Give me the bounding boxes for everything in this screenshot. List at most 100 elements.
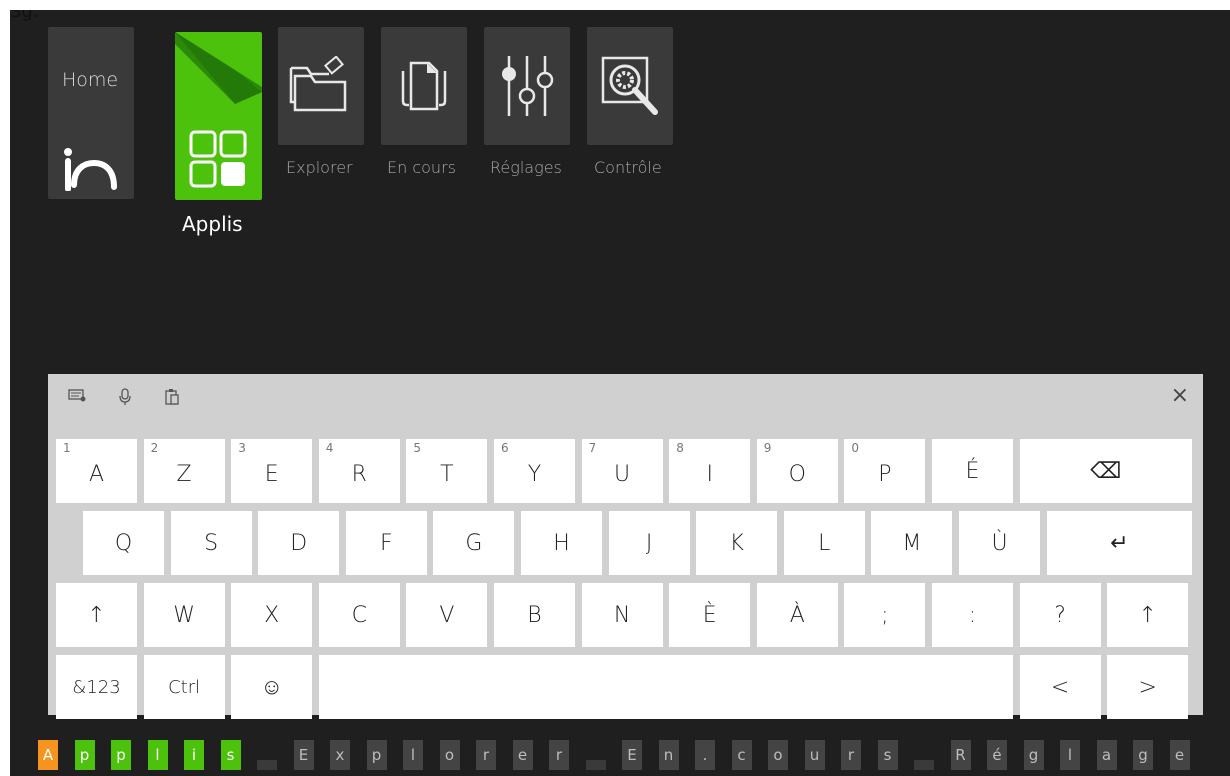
key-ù[interactable]: Ù <box>959 511 1040 575</box>
strip-letter-cell: l <box>403 740 423 770</box>
strip-letter-cell: p <box>74 740 95 770</box>
key-g[interactable]: G <box>433 511 515 575</box>
backspace-key[interactable]: ⌫ <box>1019 439 1192 503</box>
screen: Sg: Home Applis Explorer En cours Réglag… <box>10 10 1230 776</box>
strip-letter-cell: . <box>695 740 715 770</box>
explorer-folder-icon <box>289 56 347 112</box>
key-number-hint: 1 <box>63 441 71 455</box>
key-label: ↵ <box>1110 530 1129 556</box>
shift-left-key[interactable]: ↑ <box>56 583 137 647</box>
key-number-hint: 3 <box>238 441 246 455</box>
shift-right-key[interactable]: ↑ <box>1107 583 1189 647</box>
partial-text-fragment: Sg: <box>10 10 39 22</box>
clipboard-icon[interactable] <box>164 388 180 406</box>
key-h[interactable]: H <box>521 511 602 575</box>
settings-tile[interactable] <box>484 27 570 145</box>
key-s[interactable]: S <box>170 511 252 575</box>
current-tile[interactable] <box>381 27 467 145</box>
arrow-right-key[interactable]: > <box>1107 655 1189 719</box>
key-i[interactable]: 8I <box>669 439 751 503</box>
key-u[interactable]: 7U <box>581 439 663 503</box>
strip-letter-cell: p <box>111 740 131 770</box>
key-label: < <box>1050 674 1070 700</box>
key-d[interactable]: D <box>258 511 340 575</box>
emoji-key[interactable]: ☺ <box>231 655 313 719</box>
current-pages-icon <box>401 61 447 111</box>
key-number-hint: 9 <box>763 441 772 455</box>
space-bar[interactable] <box>318 655 1013 719</box>
key-c[interactable]: C <box>318 583 400 647</box>
strip-letter-cell: o <box>439 740 460 770</box>
keyboard-settings-icon[interactable] <box>68 388 86 402</box>
apps-label: Applis <box>182 212 243 236</box>
strip-letter-cell: i <box>184 740 204 770</box>
key-number-hint: 7 <box>588 441 597 455</box>
key-w[interactable]: W <box>143 583 225 647</box>
control-tile[interactable] <box>587 27 673 145</box>
strip-letter-cell: n <box>658 740 679 770</box>
key-label: ⌫ <box>1090 458 1122 484</box>
apps-grid-icon <box>189 130 247 188</box>
key-:[interactable]: : <box>932 583 1013 647</box>
key-label: X <box>264 602 280 628</box>
key-b[interactable]: B <box>494 583 575 647</box>
key-é[interactable]: É <box>932 439 1013 503</box>
key-p[interactable]: 0P <box>844 439 926 503</box>
strip-letter-cell: g <box>1133 740 1153 770</box>
key-q[interactable]: Q <box>83 511 164 575</box>
strip-letter-cell: a <box>1096 740 1117 770</box>
keyboard-close-button[interactable]: × <box>1171 383 1189 408</box>
apps-tile[interactable] <box>175 32 262 200</box>
key-label: Q <box>114 530 133 556</box>
explorer-tile[interactable] <box>278 27 364 145</box>
home-tile[interactable]: Home <box>48 27 134 199</box>
key-a[interactable]: 1A <box>56 439 137 503</box>
key-label: ↑ <box>1138 602 1157 628</box>
key-f[interactable]: F <box>345 511 427 575</box>
key-?[interactable]: ? <box>1019 583 1101 647</box>
key-e[interactable]: 3E <box>231 439 313 503</box>
key-t[interactable]: 5T <box>406 439 488 503</box>
settings-label: Réglages <box>490 158 562 177</box>
key-label: O <box>788 461 806 487</box>
microphone-icon[interactable] <box>118 388 132 406</box>
enter-key[interactable]: ↵ <box>1046 511 1192 575</box>
symbols-key[interactable]: &123 <box>56 655 137 719</box>
key-z[interactable]: 2Z <box>143 439 225 503</box>
apps-corner-flag-icon <box>175 32 262 104</box>
strip-space-cell <box>585 760 606 770</box>
home-logo-icon <box>64 148 117 191</box>
key-label: E <box>264 461 279 487</box>
key-n[interactable]: N <box>581 583 663 647</box>
strip-letter-cell: r <box>841 740 861 770</box>
strip-letter-cell: c <box>731 740 752 770</box>
strip-letter-cell: r <box>476 740 496 770</box>
key-l[interactable]: L <box>783 511 865 575</box>
key-o[interactable]: 9O <box>756 439 838 503</box>
key-label: A <box>88 461 105 487</box>
strip-letter-cell: p <box>366 740 387 770</box>
key-y[interactable]: 6Y <box>494 439 575 503</box>
key-label: L <box>818 530 831 556</box>
key-label: B <box>527 602 542 628</box>
arrow-left-key[interactable]: < <box>1019 655 1101 719</box>
key-number-hint: 8 <box>676 441 684 455</box>
key-r[interactable]: 4R <box>318 439 400 503</box>
home-label: Home <box>62 69 119 91</box>
key-;[interactable]: ; <box>844 583 926 647</box>
control-gear-magnifier-icon <box>601 56 658 115</box>
key-m[interactable]: M <box>871 511 953 575</box>
ctrl-key[interactable]: Ctrl <box>143 655 225 719</box>
key-number-hint: 2 <box>150 441 159 455</box>
key-label: N <box>613 602 631 628</box>
key-è[interactable]: È <box>669 583 751 647</box>
key-label: ☺ <box>260 675 283 700</box>
key-à[interactable]: À <box>756 583 838 647</box>
key-label: > <box>1138 674 1157 700</box>
key-v[interactable]: V <box>406 583 488 647</box>
key-j[interactable]: J <box>608 511 690 575</box>
strip-letter-cell: E <box>622 740 642 770</box>
key-k[interactable]: K <box>696 511 778 575</box>
key-x[interactable]: X <box>231 583 313 647</box>
key-label: D <box>290 530 308 556</box>
